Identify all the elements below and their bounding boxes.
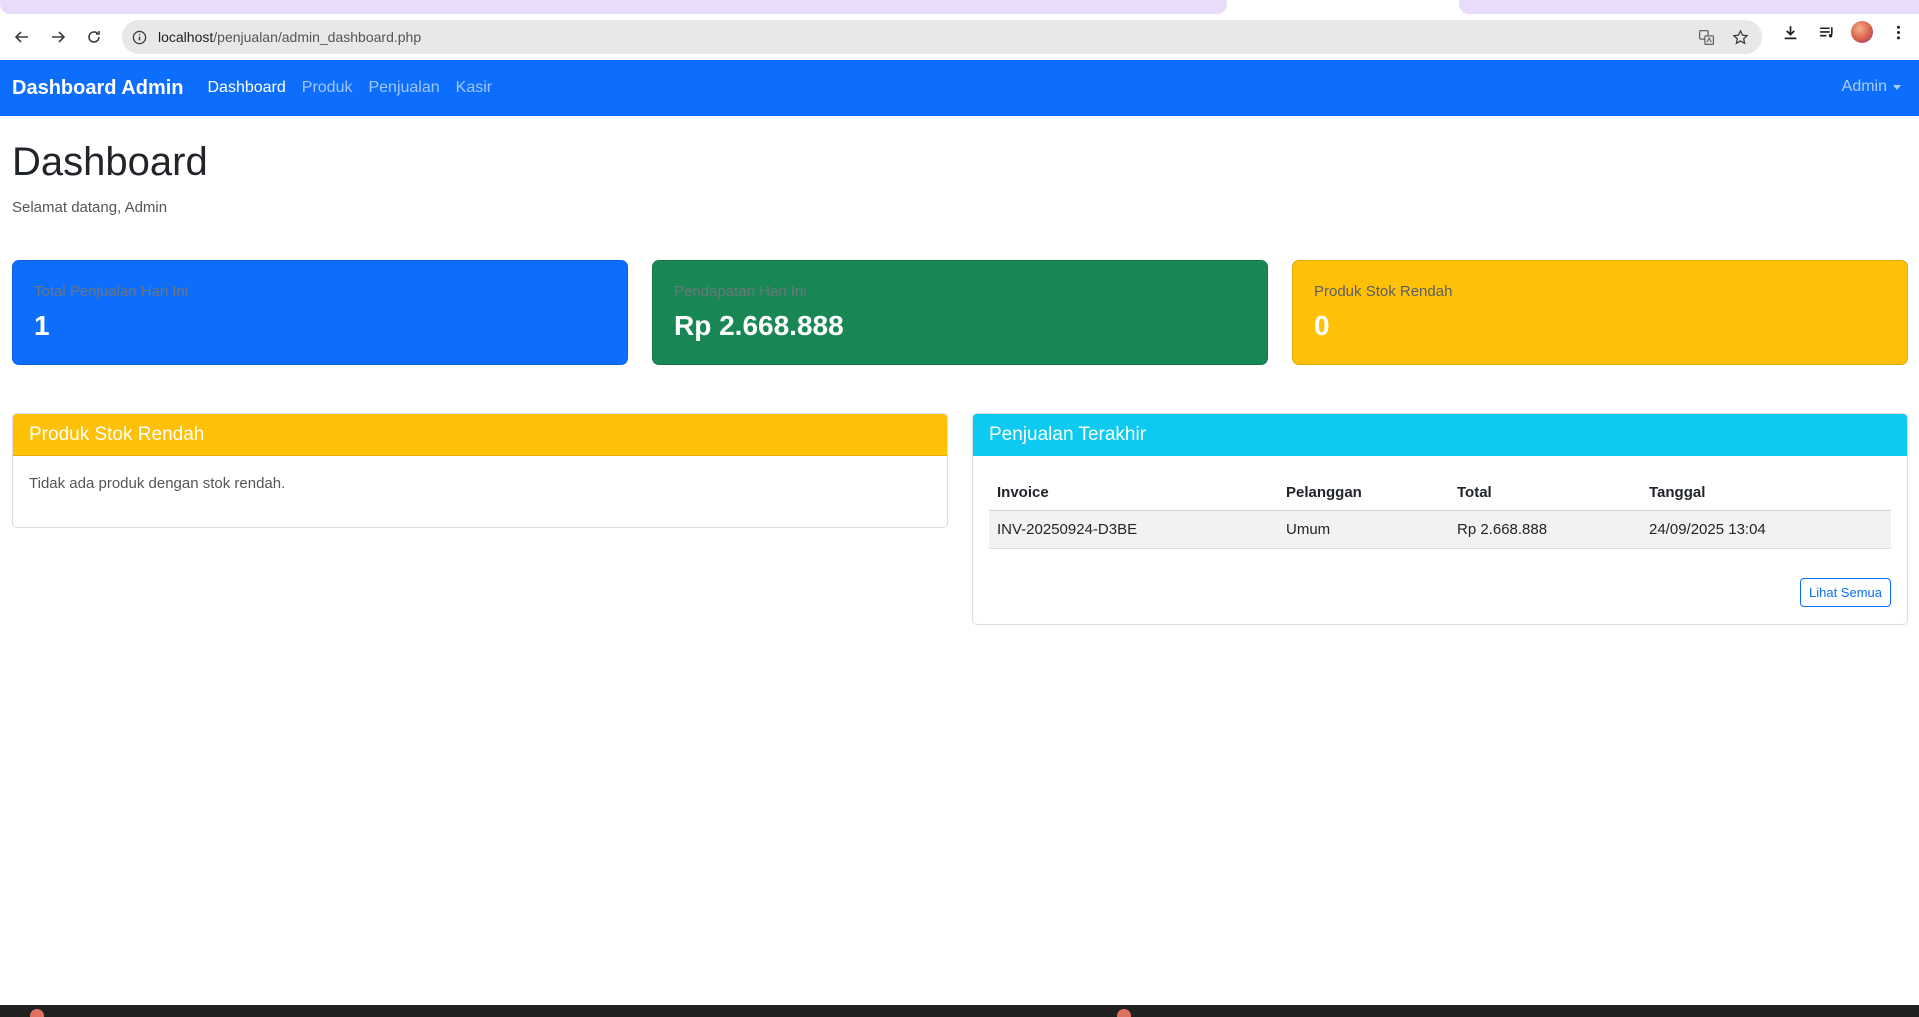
- cell-total: Rp 2.668.888: [1449, 510, 1641, 549]
- stat-label: Pendapatan Hari Ini: [674, 283, 807, 300]
- column-header: Total: [1449, 474, 1641, 511]
- stat-value: 0: [1314, 310, 1330, 341]
- browser-tabs-group[interactable]: [0, 0, 1227, 14]
- nav-link-dashboard[interactable]: Dashboard: [208, 79, 286, 97]
- translate-icon[interactable]: [1696, 27, 1716, 47]
- welcome-text: Selamat datang, Admin: [12, 199, 168, 216]
- table-header-row: Invoice Pelanggan Total Tanggal: [989, 474, 1891, 511]
- browser-menu-icon[interactable]: [1885, 19, 1911, 45]
- address-url[interactable]: localhost/penjualan/admin_dashboard.php: [158, 29, 421, 45]
- site-info-icon[interactable]: [130, 28, 148, 46]
- user-dropdown[interactable]: Admin: [1842, 78, 1901, 96]
- navbar-links: Dashboard Produk Penjualan Kasir: [208, 79, 493, 97]
- back-icon[interactable]: [4, 19, 40, 55]
- url-host: localhost: [158, 29, 214, 45]
- column-header: Tanggal: [1641, 474, 1891, 511]
- nav-link-penjualan[interactable]: Penjualan: [368, 79, 439, 97]
- empty-message: Tidak ada produk dengan stok rendah.: [29, 475, 286, 492]
- view-all-button[interactable]: Lihat Semua: [1800, 578, 1891, 607]
- column-header: Pelanggan: [1278, 474, 1449, 511]
- download-icon[interactable]: [1777, 19, 1803, 45]
- nav-link-kasir[interactable]: Kasir: [456, 79, 492, 97]
- stat-label: Produk Stok Rendah: [1314, 283, 1453, 300]
- taskbar-app-icon[interactable]: [30, 1009, 44, 1017]
- stat-card-revenue: Pendapatan Hari Ini Rp 2.668.888: [652, 260, 1268, 365]
- forward-icon[interactable]: [40, 19, 76, 55]
- column-header: Invoice: [989, 474, 1278, 511]
- page-title: Dashboard: [12, 140, 208, 184]
- os-taskbar: [0, 1005, 1919, 1017]
- panel-title: Produk Stok Rendah: [13, 414, 947, 456]
- profile-avatar[interactable]: [1849, 19, 1875, 45]
- stat-card-low-stock: Produk Stok Rendah 0: [1292, 260, 1908, 365]
- low-stock-panel: Produk Stok Rendah Tidak ada produk deng…: [12, 413, 948, 528]
- media-queue-icon[interactable]: [1813, 19, 1839, 45]
- taskbar-app-icon[interactable]: [1117, 1009, 1131, 1017]
- reload-icon[interactable]: [76, 19, 112, 55]
- table-row: INV-20250924-D3BE Umum Rp 2.668.888 24/0…: [989, 510, 1891, 549]
- bookmark-star-icon[interactable]: [1730, 27, 1750, 47]
- cell-date: 24/09/2025 13:04: [1641, 510, 1891, 549]
- nav-link-produk[interactable]: Produk: [302, 79, 353, 97]
- app-navbar: Dashboard Admin Dashboard Produk Penjual…: [0, 60, 1919, 116]
- recent-sales-panel: Penjualan Terakhir Invoice Pelanggan Tot…: [972, 413, 1908, 625]
- stat-card-total-sales: Total Penjualan Hari Ini 1: [12, 260, 628, 365]
- cell-invoice: INV-20250924-D3BE: [989, 510, 1278, 549]
- cell-customer: Umum: [1278, 510, 1449, 549]
- user-dropdown-label: Admin: [1841, 78, 1887, 95]
- browser-tabs-group-right[interactable]: [1459, 0, 1919, 14]
- browser-toolbar: localhost/penjualan/admin_dashboard.php: [0, 14, 1919, 60]
- address-bar[interactable]: localhost/penjualan/admin_dashboard.php: [122, 20, 1762, 54]
- navbar-brand[interactable]: Dashboard Admin: [12, 77, 184, 100]
- recent-sales-table: Invoice Pelanggan Total Tanggal INV-2025…: [989, 474, 1891, 549]
- browser-tab-strip: [0, 0, 1919, 14]
- caret-down-icon: [1893, 84, 1901, 90]
- stat-value: 1: [34, 310, 50, 341]
- stat-label: Total Penjualan Hari Ini: [34, 283, 189, 300]
- url-path: /penjualan/admin_dashboard.php: [213, 29, 422, 45]
- stat-value: Rp 2.668.888: [674, 310, 844, 341]
- panel-title: Penjualan Terakhir: [973, 414, 1907, 456]
